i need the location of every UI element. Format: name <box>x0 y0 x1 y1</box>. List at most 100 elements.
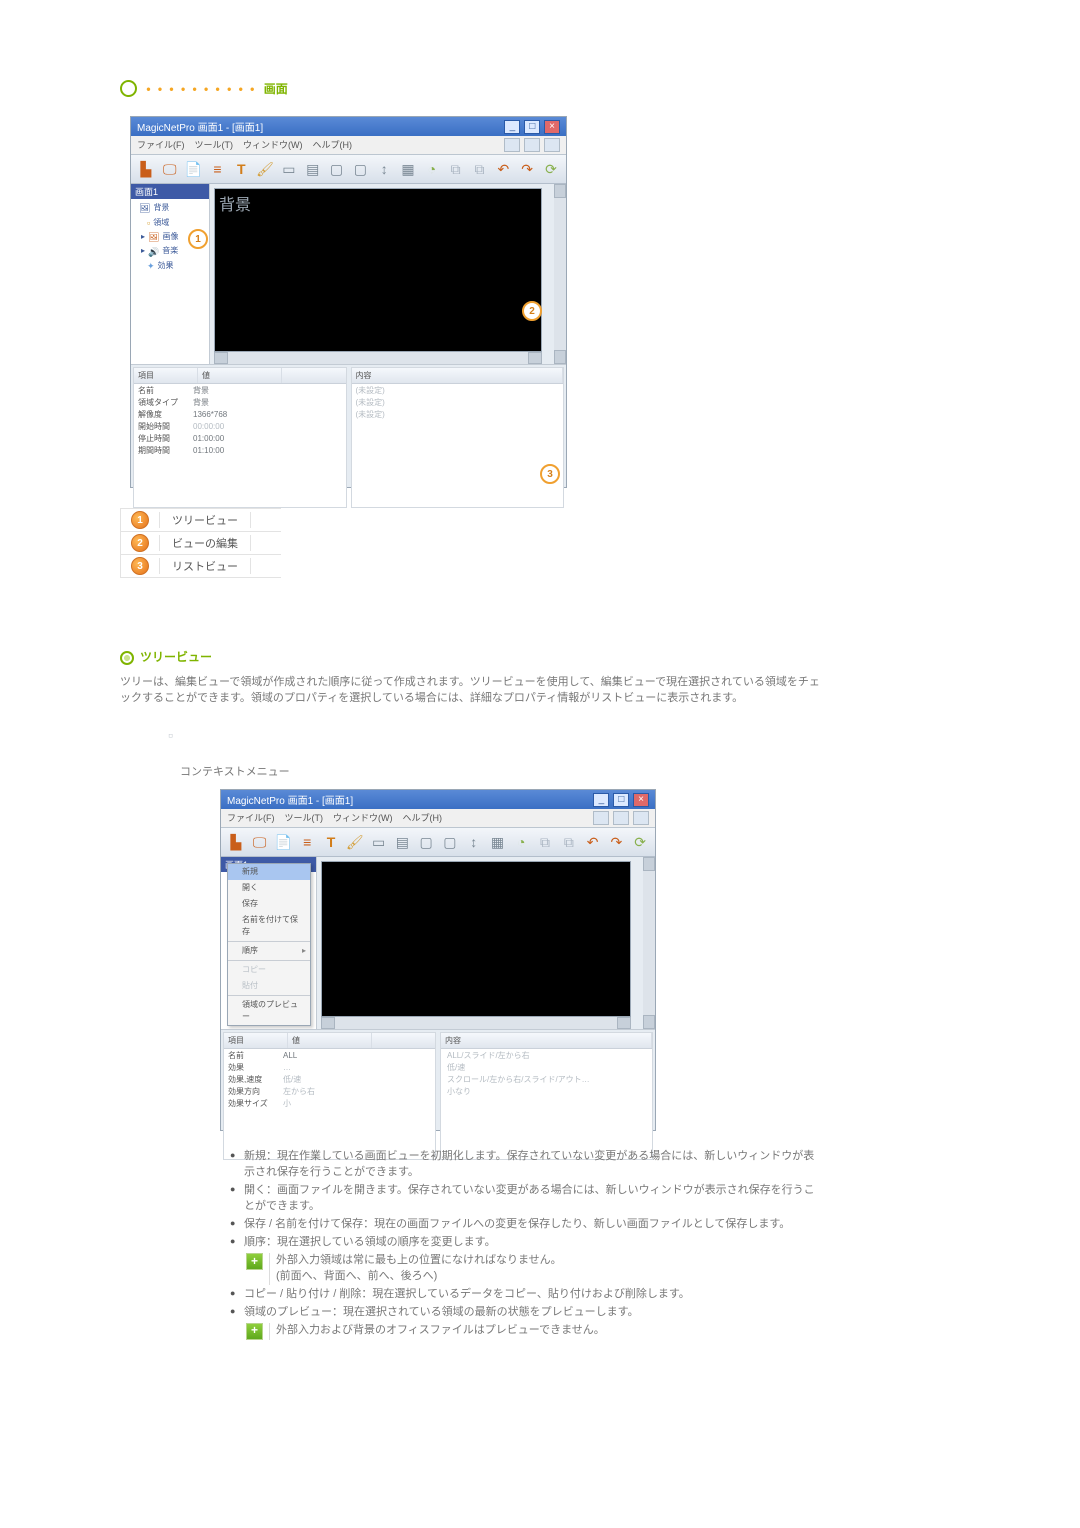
toolbar-undo-icon[interactable]: ↶ <box>584 833 602 851</box>
list-view-properties[interactable]: 項目 値 名前背景 領域タイプ背景 解像度1366*768 開始時間00:00:… <box>133 367 347 508</box>
toolbar-icon[interactable]: ≡ <box>298 833 316 851</box>
toolbar-icon[interactable]: 📄 <box>185 160 203 178</box>
h-scrollbar[interactable] <box>321 1017 631 1029</box>
scroll-up-icon[interactable] <box>554 184 566 198</box>
list-row: 開始時間00:00:00 <box>134 421 346 433</box>
window-buttons: _ □ × <box>503 120 560 134</box>
toolbar-icon[interactable]: ▙ <box>137 160 155 178</box>
toolbar-icon[interactable]: ▙ <box>227 833 245 851</box>
close-icon[interactable]: × <box>544 120 560 134</box>
h-scrollbar[interactable] <box>214 352 542 364</box>
toolbar-undo-icon[interactable]: ↶ <box>494 160 512 178</box>
scroll-left-icon[interactable] <box>321 1017 335 1029</box>
mb-icon[interactable] <box>524 138 540 152</box>
list-row: (未設定) <box>352 409 564 421</box>
note-text: 外部入力領域は常に最も上の位置になければなりません。 (前面へ、背面へ、前へ、後… <box>276 1253 562 1285</box>
scroll-right-icon[interactable] <box>617 1017 631 1029</box>
accent-circle-icon <box>120 80 137 97</box>
close-icon[interactable]: × <box>633 793 649 807</box>
menu-tool[interactable]: ツール(T) <box>195 138 234 152</box>
mb-icon[interactable] <box>593 811 609 825</box>
ctx-save[interactable]: 保存 <box>228 896 310 912</box>
canvas-label: 背景 <box>219 191 251 215</box>
menu-file[interactable]: ファイル(F) <box>137 138 185 152</box>
maximize-icon[interactable]: □ <box>613 793 629 807</box>
toolbar-icon[interactable]: ⧉ <box>447 160 465 178</box>
list-view-content[interactable]: 内容 (未設定) (未設定) (未設定) <box>351 367 565 508</box>
menu-help[interactable]: ヘルプ(H) <box>403 811 443 825</box>
window-title: MagicNetPro 画面1 - [画面1] <box>227 792 353 807</box>
toolbar-icon[interactable]: ▦ <box>489 833 507 851</box>
toolbar-icon[interactable]: ▢ <box>417 833 435 851</box>
toolbar-icon[interactable]: ↕ <box>375 160 393 178</box>
scroll-left-icon[interactable] <box>214 352 228 364</box>
toolbar-text-icon[interactable]: T <box>322 833 340 851</box>
tree-view-pane[interactable]: 画面1 🖼背景 ▫領域 ▸🖼画像 ▸🔊音楽 ✦効果 <box>131 184 210 364</box>
toolbar-icon[interactable]: ▢ <box>441 833 459 851</box>
mb-icon[interactable] <box>613 811 629 825</box>
plus-icon: + <box>246 1323 263 1340</box>
toolbar-icon[interactable]: ▭ <box>280 160 298 178</box>
ctx-new[interactable]: 新規 <box>228 864 310 880</box>
toolbar-icon[interactable]: ▤ <box>304 160 322 178</box>
edit-canvas[interactable]: 背景 <box>214 188 542 352</box>
list-row: 期間時間01:10:00 <box>134 445 346 457</box>
tree-item[interactable]: ✦効果 <box>139 259 205 273</box>
section-header: • • • • • • • • • • 画面 <box>120 80 820 98</box>
toolbar-icon[interactable]: 🖌 <box>346 833 364 851</box>
toolbar-icon[interactable]: ↕ <box>465 833 483 851</box>
section-title: 画面 <box>264 82 288 96</box>
scroll-down-icon[interactable] <box>643 1015 655 1029</box>
toolbar-icon[interactable]: ▢ <box>351 160 369 178</box>
menu-tool[interactable]: ツール(T) <box>285 811 324 825</box>
ctx-order[interactable]: 順序▸ <box>228 943 310 959</box>
toolbar-icon[interactable]: ⧉ <box>471 160 489 178</box>
scroll-up-icon[interactable] <box>643 857 655 871</box>
toolbar-icon[interactable]: ▦ <box>399 160 417 178</box>
menu-window[interactable]: ウィンドウ(W) <box>243 138 303 152</box>
minimize-icon[interactable]: _ <box>504 120 520 134</box>
toolbar-redo-icon[interactable]: ↷ <box>608 833 626 851</box>
toolbar-icon[interactable]: 🖵 <box>161 160 179 178</box>
menu-window[interactable]: ウィンドウ(W) <box>333 811 393 825</box>
toolbar-icon[interactable]: ▭ <box>370 833 388 851</box>
list-view-content[interactable]: 内容 ALL/スライド/左から右 低/速 スクロール/左から右/スライド/アウト… <box>440 1032 653 1160</box>
tree-view-pane[interactable]: 画面1 新規 開く 保存 名前を付けて保存 順序▸ コピー 貼付 領域のプレビュ… <box>221 857 317 1029</box>
mb-icon[interactable] <box>633 811 649 825</box>
edit-canvas[interactable] <box>321 861 631 1017</box>
ctx-open[interactable]: 開く <box>228 880 310 896</box>
menu-file[interactable]: ファイル(F) <box>227 811 275 825</box>
ctx-save-as[interactable]: 名前を付けて保存 <box>228 912 310 940</box>
scroll-right-icon[interactable] <box>528 352 542 364</box>
ctx-preview[interactable]: 領域のプレビュー <box>228 997 310 1025</box>
toolbar-text-icon[interactable]: T <box>232 160 250 178</box>
tree-item[interactable]: ▫領域 <box>139 216 205 230</box>
toolbar-icon[interactable]: ▤ <box>393 833 411 851</box>
dots-icon: • • • • • • • • • • <box>146 82 256 96</box>
toolbar-icon[interactable]: ◔ <box>512 833 530 851</box>
toolbar-icon[interactable]: 🖌 <box>256 160 274 178</box>
tree-item[interactable]: 🖼背景 <box>139 201 205 215</box>
toolbar-icon[interactable]: ⧉ <box>536 833 554 851</box>
list-view-properties[interactable]: 項目 値 名前ALL 効果… 効果,速度低/速 効果方向左から右 効果サイズ小 <box>223 1032 436 1160</box>
v-scrollbar[interactable] <box>554 184 566 364</box>
toolbar-icon[interactable]: 🖵 <box>251 833 269 851</box>
toolbar-redo-icon[interactable]: ↷ <box>518 160 536 178</box>
mb-icon[interactable] <box>504 138 520 152</box>
tree-icon-placeholder: ▫ <box>168 727 820 743</box>
edit-view-pane: 背景 <box>210 184 554 364</box>
toolbar-icon[interactable]: ▢ <box>328 160 346 178</box>
list-view-pane: 項目 値 名前ALL 効果… 効果,速度低/速 効果方向左から右 効果サイズ小 … <box>221 1029 655 1162</box>
toolbar-icon[interactable]: ≡ <box>208 160 226 178</box>
minimize-icon[interactable]: _ <box>593 793 609 807</box>
toolbar-icon[interactable]: 📄 <box>275 833 293 851</box>
maximize-icon[interactable]: □ <box>524 120 540 134</box>
toolbar-icon[interactable]: ⧉ <box>560 833 578 851</box>
toolbar-icon[interactable]: ◔ <box>423 160 441 178</box>
v-scrollbar[interactable] <box>643 857 655 1029</box>
scroll-down-icon[interactable] <box>554 350 566 364</box>
toolbar-refresh-icon[interactable]: ⟳ <box>631 833 649 851</box>
menu-help[interactable]: ヘルプ(H) <box>313 138 353 152</box>
mb-icon[interactable] <box>544 138 560 152</box>
toolbar-refresh-icon[interactable]: ⟳ <box>542 160 560 178</box>
